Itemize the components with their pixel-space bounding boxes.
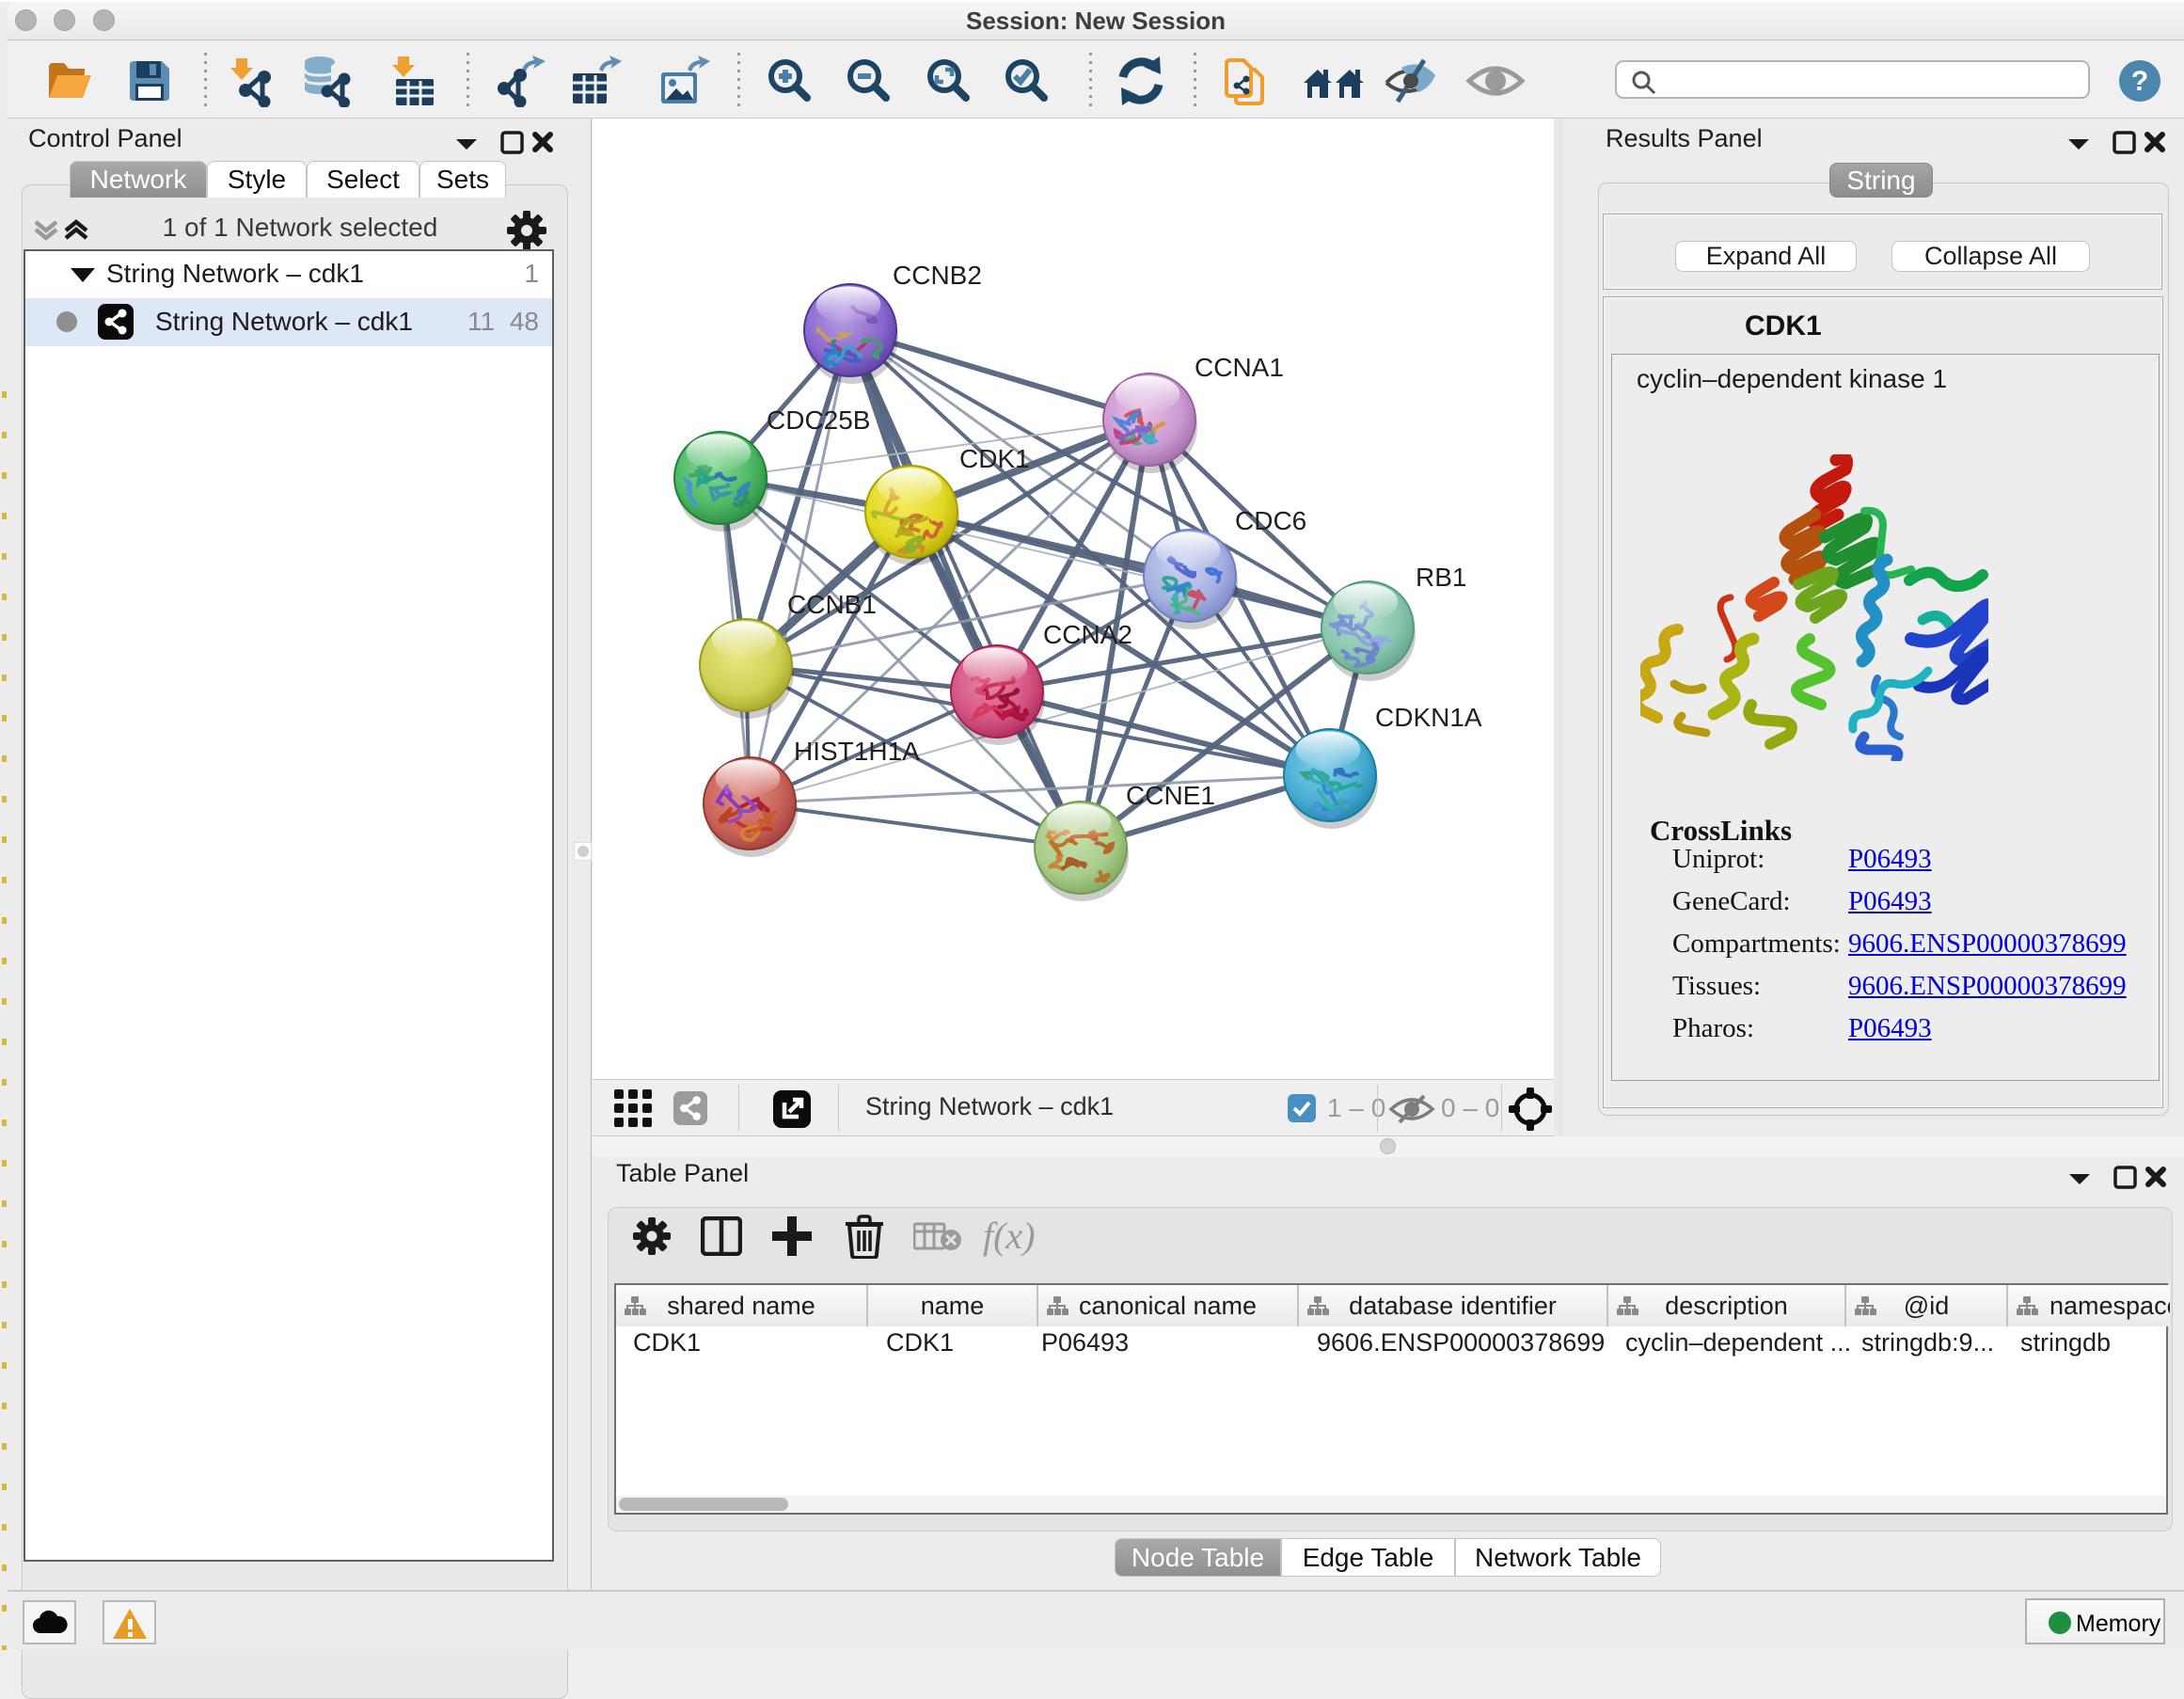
svg-text:CDKN1A: CDKN1A: [1375, 703, 1482, 732]
svg-text:CCNB1: CCNB1: [787, 590, 877, 619]
svg-text:CCNA2: CCNA2: [1043, 620, 1132, 649]
svg-text:HIST1H1A: HIST1H1A: [794, 737, 920, 766]
svg-text:CDK1: CDK1: [959, 444, 1030, 473]
svg-text:CCNA1: CCNA1: [1195, 353, 1284, 382]
svg-text:CCNB2: CCNB2: [893, 261, 982, 290]
svg-text:CDC25B: CDC25B: [767, 405, 870, 435]
svg-text:RB1: RB1: [1416, 563, 1466, 592]
svg-text:CDC6: CDC6: [1235, 506, 1306, 535]
svg-text:CCNE1: CCNE1: [1126, 781, 1215, 810]
svg-text:?: ?: [2131, 66, 2148, 97]
